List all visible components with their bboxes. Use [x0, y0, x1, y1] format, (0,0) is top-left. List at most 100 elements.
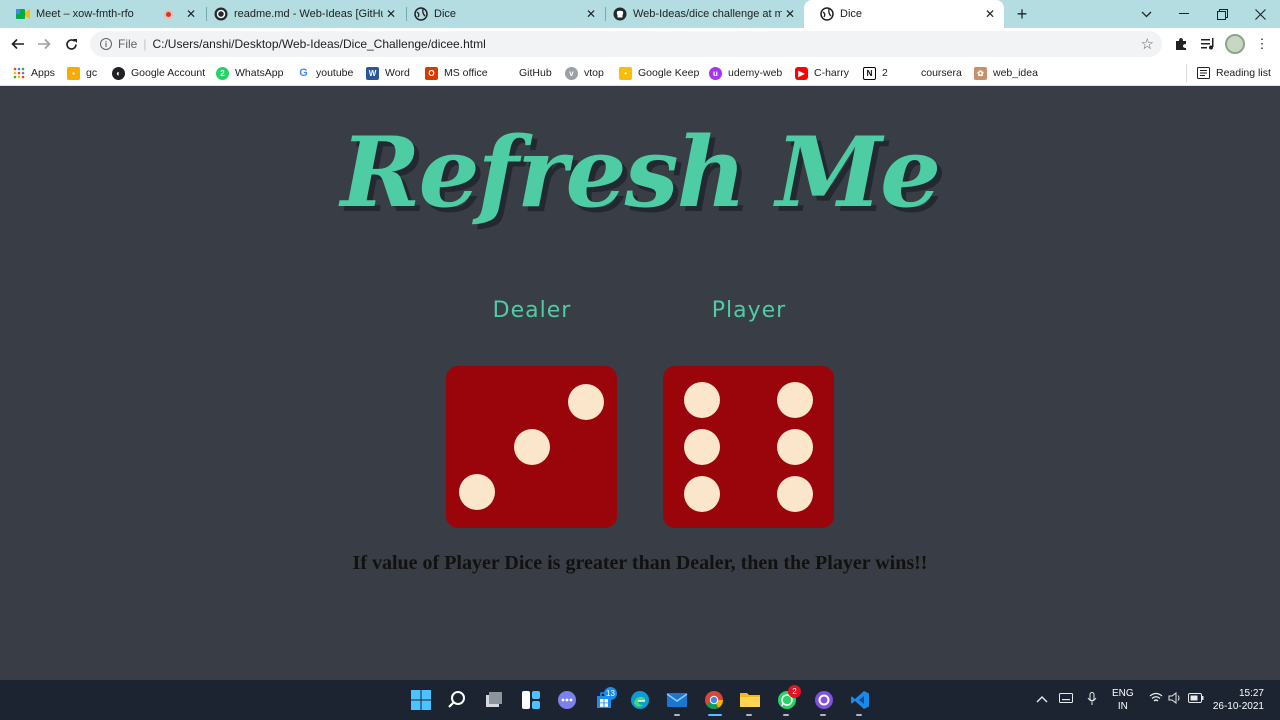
- globe-icon: [820, 7, 834, 21]
- profile-avatar[interactable]: [1225, 34, 1245, 54]
- bookmarks-bar: Apps ▪ gc ◐ Google Account 2 WhatsApp G …: [0, 60, 1280, 86]
- udemy-icon: u: [709, 66, 722, 80]
- bookmark-notion[interactable]: N 2: [863, 64, 888, 82]
- new-tab-icon[interactable]: +: [1012, 4, 1032, 24]
- bookmark-label: web_idea: [993, 67, 1038, 79]
- language-indicator[interactable]: ENG IN: [1112, 687, 1134, 713]
- search-icon[interactable]: [445, 688, 469, 712]
- bookmark-youtube[interactable]: G youtube: [297, 64, 353, 82]
- vtop-icon: v: [565, 66, 578, 80]
- bookmark-label: GitHub: [519, 67, 552, 79]
- bookmark-label: youtube: [316, 67, 354, 79]
- browser-menu-icon[interactable]: ⋮: [1252, 34, 1272, 54]
- bookmark-word[interactable]: W Word: [366, 64, 410, 82]
- bookmark-gc[interactable]: ▪ gc: [67, 64, 97, 82]
- google-classroom-icon: ▪: [67, 66, 80, 80]
- coursera-icon: [902, 67, 915, 80]
- tab-github-dice[interactable]: Web-Ideas/dice challenge at ma ✕: [597, 0, 804, 28]
- address-bar[interactable]: i File | C:/Users/anshi/Desktop/Web-Idea…: [90, 31, 1162, 57]
- site-info-icon[interactable]: i: [100, 38, 112, 50]
- bookmarks-divider: [1186, 64, 1187, 82]
- bookmark-google-account[interactable]: ◐ Google Account: [112, 64, 205, 82]
- bookmark-label: C-harry: [814, 67, 850, 79]
- teams-chat-icon[interactable]: [555, 688, 579, 712]
- bookmark-udemy-web[interactable]: u udemy-web: [709, 64, 782, 82]
- restore-icon[interactable]: [1204, 0, 1240, 28]
- bookmark-label: WhatsApp: [235, 67, 284, 79]
- language-line1: ENG: [1112, 688, 1134, 699]
- close-tab-icon[interactable]: ✕: [982, 6, 998, 22]
- bookmark-vtop[interactable]: v vtop: [565, 64, 604, 82]
- close-tab-icon[interactable]: ✕: [183, 6, 199, 22]
- google-icon: G: [299, 67, 308, 79]
- bookmark-label: gc: [86, 67, 98, 79]
- bookmark-c-harry[interactable]: ▶ C-harry: [795, 64, 849, 82]
- forward-arrow-icon[interactable]: [32, 32, 56, 56]
- dealer-die: [446, 366, 617, 528]
- whatsapp-running-indicator: [783, 714, 789, 716]
- keyboard-icon[interactable]: [1059, 692, 1073, 706]
- die-pip: [568, 383, 605, 420]
- close-tab-icon[interactable]: ✕: [383, 6, 399, 22]
- bookmark-google-keep[interactable]: • Google Keep: [619, 64, 699, 82]
- url-text: C:/Users/anshi/Desktop/Web-Ideas/Dice_Ch…: [152, 37, 486, 51]
- tab-strip: Meet – xow-fmth-rfo ✕ readme.md - Web-Id…: [0, 0, 1280, 28]
- microphone-icon[interactable]: [1087, 692, 1097, 709]
- tab-readme[interactable]: readme.md - Web-Ideas [GitHub ✕: [198, 0, 405, 28]
- bookmark-label: vtop: [584, 67, 604, 79]
- bookmark-label: coursera: [921, 67, 962, 79]
- explorer-running-indicator: [746, 714, 752, 716]
- bookmark-label: Apps: [31, 67, 55, 79]
- chrome-icon[interactable]: [702, 688, 726, 712]
- bookmark-star-icon[interactable]: ☆: [1141, 35, 1154, 53]
- battery-icon[interactable]: [1188, 692, 1204, 706]
- mail-running-indicator: [674, 714, 680, 716]
- github-icon: [613, 7, 627, 21]
- tab-search-chevron-icon[interactable]: [1128, 0, 1164, 28]
- office-icon: O: [425, 66, 438, 80]
- tab-title: Dice: [840, 8, 863, 20]
- widgets-icon[interactable]: [519, 688, 543, 712]
- scheme-label: File: [118, 37, 138, 51]
- github-desktop-icon[interactable]: [812, 688, 836, 712]
- vscode-icon[interactable]: [848, 688, 872, 712]
- whatsapp-badge: 2: [788, 685, 801, 698]
- close-tab-icon[interactable]: ✕: [782, 6, 798, 22]
- github-desktop-running-indicator: [820, 714, 826, 716]
- tab-meet[interactable]: Meet – xow-fmth-rfo ✕: [0, 0, 205, 28]
- die-pip: [776, 475, 813, 512]
- extensions-puzzle-icon[interactable]: [1171, 34, 1191, 54]
- minimize-icon[interactable]: [1166, 0, 1202, 28]
- bookmark-ms-office[interactable]: O MS office: [425, 64, 488, 82]
- mail-icon[interactable]: [665, 688, 689, 712]
- web-idea-icon: ✿: [974, 66, 987, 80]
- bookmark-github[interactable]: GitHub: [500, 64, 552, 82]
- bookmark-label: Google Account: [131, 67, 206, 79]
- die-pip: [513, 429, 550, 465]
- edge-icon[interactable]: [628, 688, 652, 712]
- volume-icon[interactable]: [1168, 692, 1182, 707]
- chevron-up-icon[interactable]: [1036, 692, 1048, 706]
- back-arrow-icon[interactable]: [6, 32, 30, 56]
- tab-dice-1[interactable]: Dice ✕: [398, 0, 605, 28]
- folder-icon[interactable]: [738, 688, 762, 712]
- clock-time: 15:27: [1238, 688, 1264, 699]
- notion-icon: N: [863, 66, 876, 80]
- page-content: Refresh Me Dealer Player If value of Pla…: [0, 86, 1280, 680]
- bookmark-web-idea[interactable]: ✿ web_idea: [974, 64, 1038, 82]
- tab-dice-active[interactable]: Dice ✕: [804, 0, 1004, 28]
- close-window-icon[interactable]: [1242, 0, 1278, 28]
- bookmark-whatsapp[interactable]: 2 WhatsApp: [216, 64, 283, 82]
- bookmark-apps[interactable]: Apps: [12, 64, 55, 82]
- recording-indicator-icon: [164, 9, 173, 19]
- reading-list-button[interactable]: Reading list: [1197, 64, 1271, 82]
- reload-icon[interactable]: [59, 32, 83, 56]
- player-die: [663, 366, 834, 528]
- bookmark-coursera[interactable]: coursera: [902, 64, 962, 82]
- task-view-icon[interactable]: [482, 688, 506, 712]
- tab-title: Meet – xow-fmth-rfo: [36, 8, 134, 20]
- wifi-icon[interactable]: [1149, 692, 1163, 706]
- system-clock[interactable]: 15:27 26-10-2021: [1213, 687, 1264, 713]
- media-control-icon[interactable]: [1198, 34, 1218, 54]
- windows-start-icon[interactable]: [409, 688, 433, 712]
